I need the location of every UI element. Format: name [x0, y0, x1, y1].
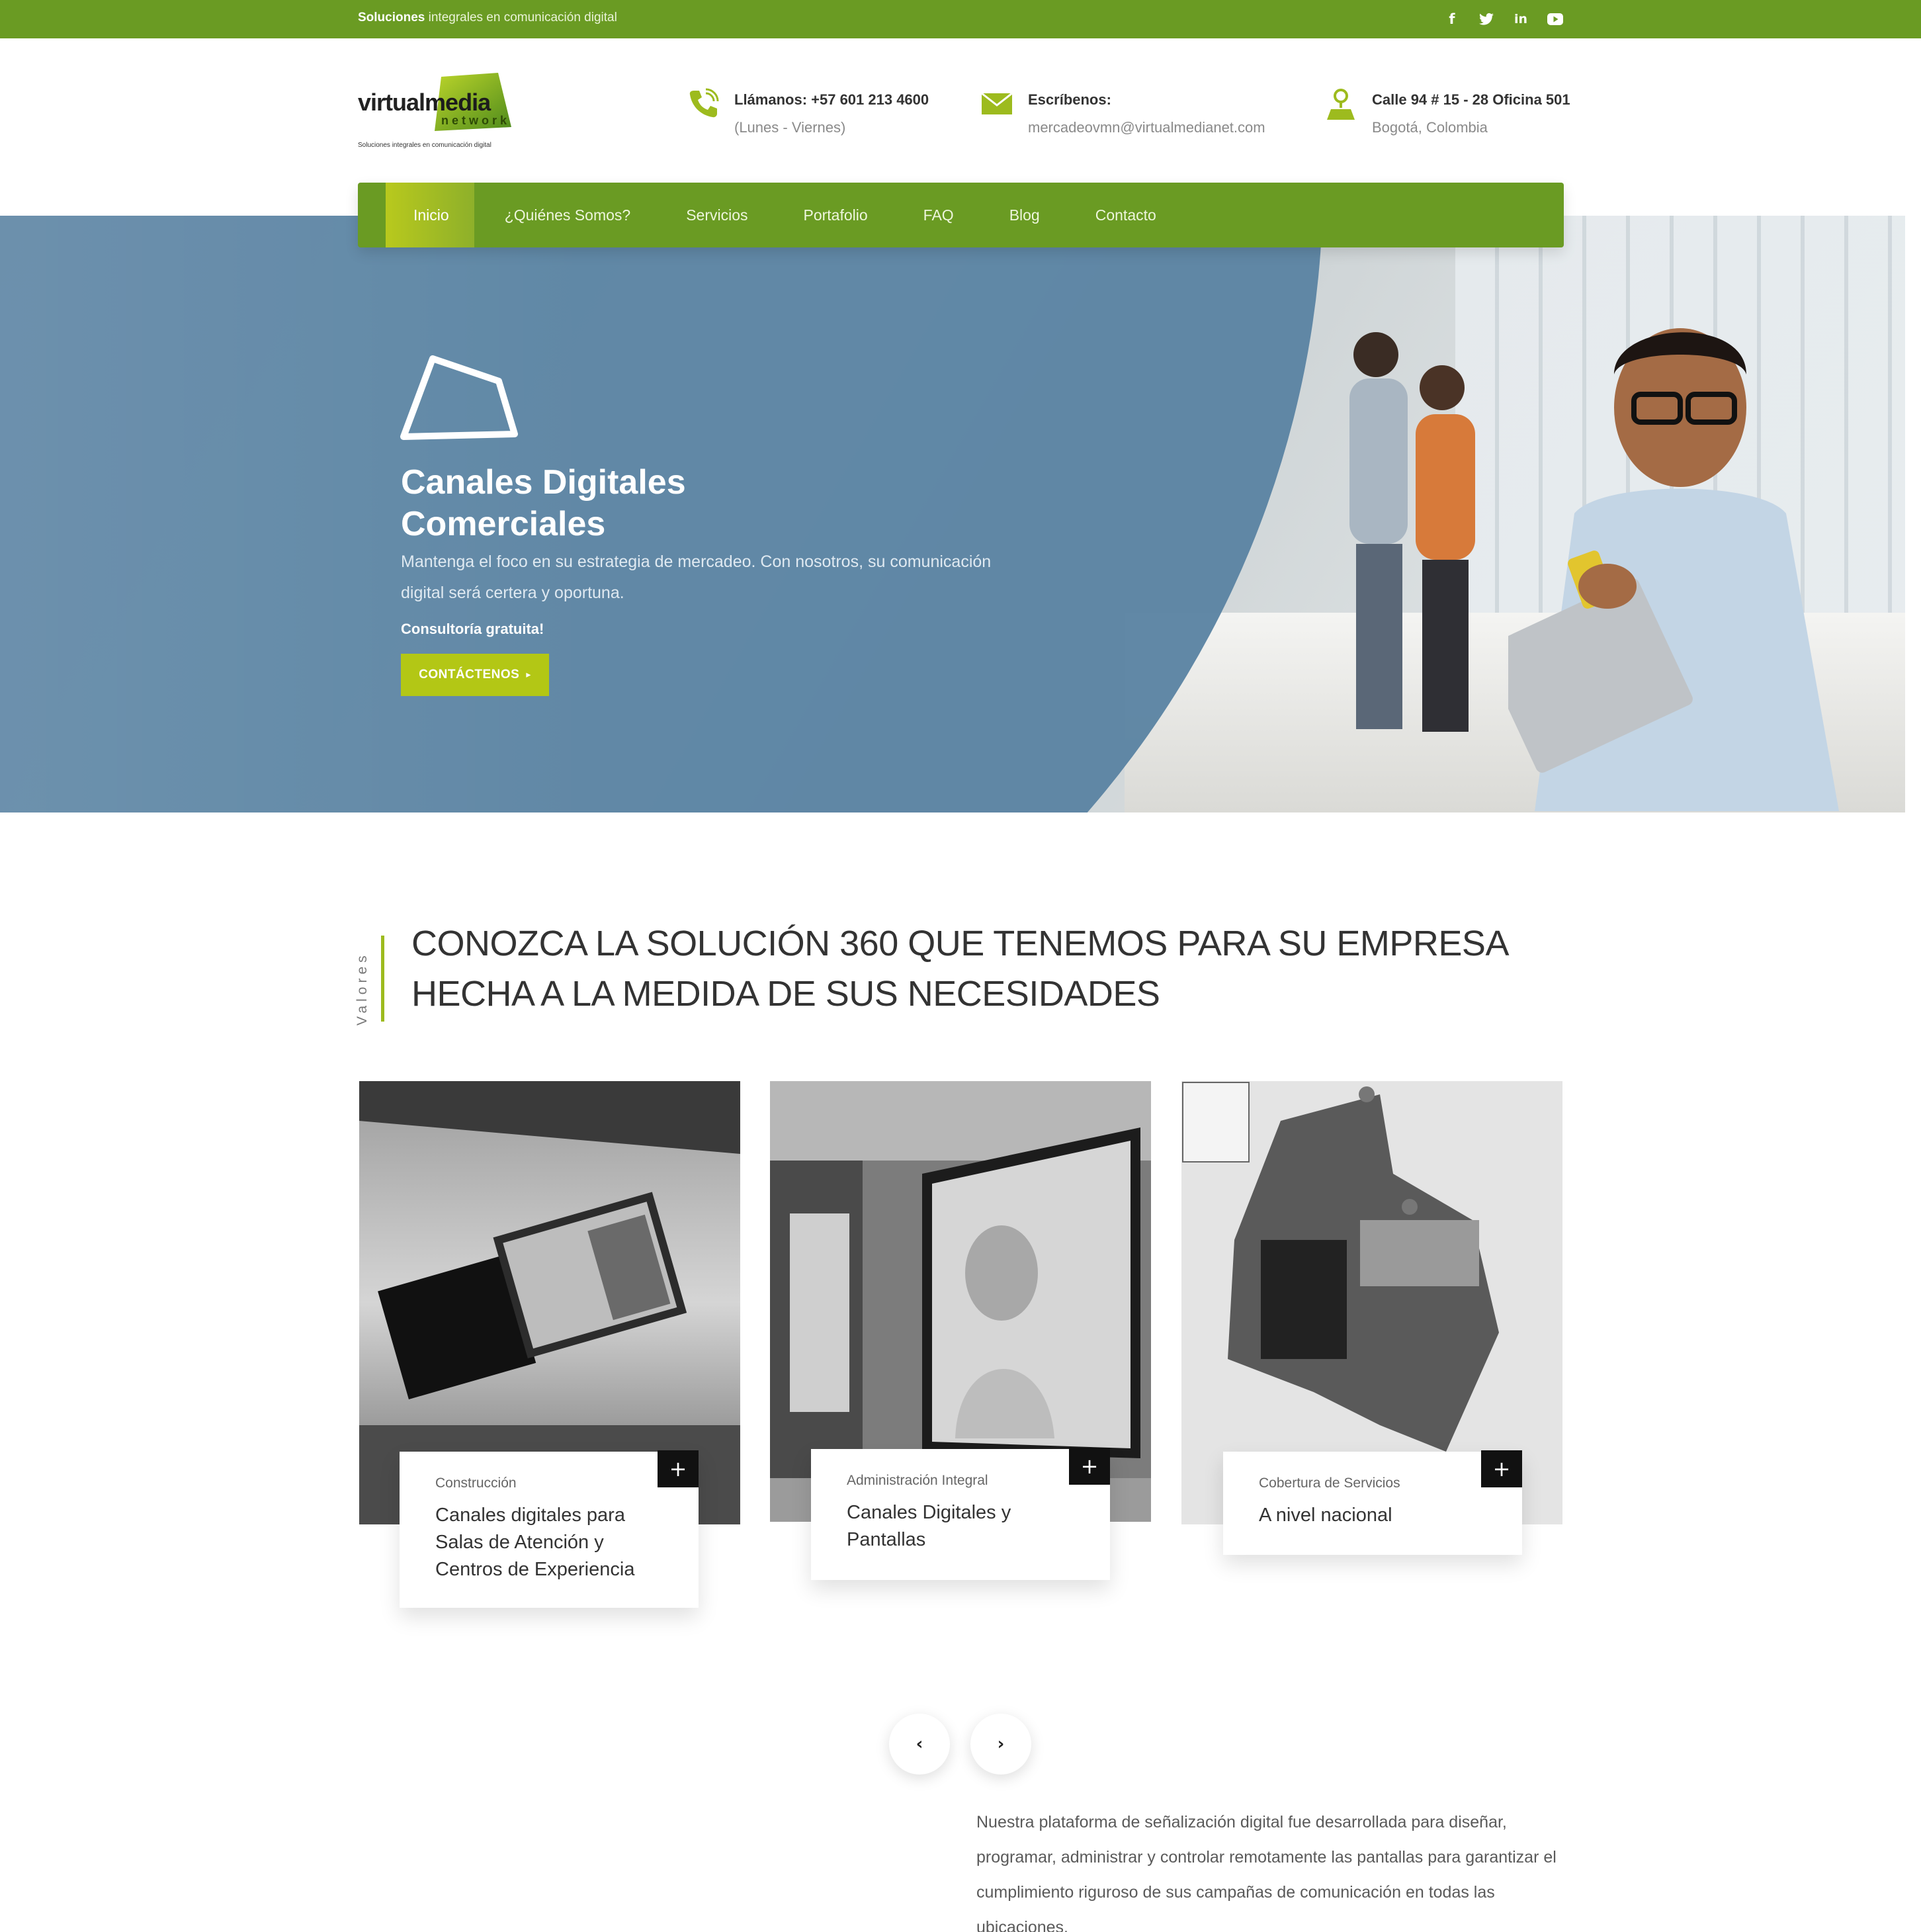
- chevron-left-icon: ‹: [916, 1734, 923, 1754]
- logo-word-start: virtual: [358, 89, 425, 116]
- phone-label: Llámanos: +57 601 213 4600: [734, 91, 929, 108]
- carousel-prev-button[interactable]: ‹: [889, 1714, 950, 1775]
- card-title: Canales digitales para Salas de Atención…: [435, 1505, 635, 1580]
- top-bar: Soluciones integrales en comunicación di…: [0, 0, 1921, 38]
- card-title: A nivel nacional: [1259, 1505, 1392, 1526]
- mail-icon: [979, 86, 1015, 122]
- heading-accent-bar: [381, 936, 384, 1022]
- card-caption-pantallas[interactable]: Administración Integral Canales Digitale…: [811, 1448, 1110, 1580]
- contact-phone[interactable]: Llámanos: +57 601 213 4600 (Lunes - Vier…: [685, 86, 929, 142]
- hero-title: Canales Digitales Comerciales: [401, 463, 686, 543]
- nav-item-quienes-somos[interactable]: ¿Quiénes Somos?: [477, 183, 658, 247]
- hero-banner: Canales Digitales Comerciales Mantenga e…: [0, 216, 1905, 812]
- twitter-icon[interactable]: [1476, 9, 1496, 29]
- mail-address: mercadeovmn@virtualmedianet.com: [1028, 119, 1265, 136]
- phone-icon: [685, 86, 721, 122]
- card-category: Administración Integral: [847, 1473, 988, 1488]
- nav-item-portafolio[interactable]: Portafolio: [776, 183, 896, 247]
- card-title: Canales Digitales y Pantallas: [847, 1502, 1011, 1550]
- main-nav: Inicio ¿Quiénes Somos? Servicios Portafo…: [358, 183, 1564, 247]
- hero-description: Mantenga el foco en su estrategia de mer…: [401, 552, 992, 602]
- tagline-rest: integrales en comunicación digital: [425, 11, 617, 24]
- chevron-right-icon: ▸: [526, 670, 531, 680]
- nav-item-contacto[interactable]: Contacto: [1068, 183, 1184, 247]
- vertical-label-text: Valores: [355, 951, 370, 1026]
- linkedin-icon[interactable]: in: [1511, 9, 1531, 29]
- card-category: Construcción: [435, 1475, 517, 1491]
- site-logo[interactable]: virtualmedia network Soluciones integral…: [358, 66, 517, 159]
- logo-network: network: [441, 114, 511, 127]
- hero-polygon-icon: [400, 355, 518, 440]
- tagline-bold: Soluciones: [358, 11, 425, 24]
- chevron-right-icon: ›: [997, 1734, 1005, 1754]
- address-line1: Calle 94 # 15 - 28 Oficina 501: [1372, 91, 1570, 108]
- hero-cta-title: Consultoría gratuita!: [401, 621, 544, 637]
- plus-icon[interactable]: +: [1069, 1448, 1110, 1485]
- plus-icon[interactable]: +: [1481, 1450, 1522, 1487]
- vertical-label: Valores: [355, 940, 374, 1026]
- nav-item-faq[interactable]: FAQ: [896, 183, 982, 247]
- section-headline: CONOZCA LA SOLUCIÓN 360 QUE TENEMOS PARA…: [411, 924, 1508, 1014]
- top-tagline: Soluciones integrales en comunicación di…: [358, 11, 617, 25]
- logo-wordmark: virtualmedia: [358, 89, 491, 116]
- youtube-icon[interactable]: [1545, 9, 1565, 29]
- card-category: Cobertura de Servicios: [1259, 1475, 1400, 1491]
- social-links: f in: [1442, 9, 1565, 29]
- contact-mail[interactable]: Escríbenos: mercadeovmn@virtualmedianet.…: [979, 86, 1265, 142]
- nav-item-servicios[interactable]: Servicios: [658, 183, 775, 247]
- location-icon: [1323, 86, 1359, 122]
- card-caption-salas[interactable]: Construcción Canales digitales para Sala…: [400, 1450, 699, 1608]
- carousel-next-button[interactable]: ›: [970, 1714, 1031, 1775]
- contact-us-label: CONTÁCTENOS: [419, 668, 520, 681]
- logo-word-end: media: [425, 89, 491, 116]
- hero-man-with-phone: [1508, 328, 1839, 811]
- phone-hours: (Lunes - Viernes): [734, 119, 846, 136]
- hero-background-people: [1349, 332, 1475, 732]
- platform-description: Nuestra plataforma de señalización digit…: [976, 1813, 1557, 1932]
- card-caption-cobertura[interactable]: Cobertura de Servicios A nivel nacional …: [1223, 1450, 1522, 1555]
- contact-address[interactable]: Calle 94 # 15 - 28 Oficina 501 Bogotá, C…: [1323, 86, 1570, 142]
- nav-item-inicio[interactable]: Inicio: [386, 183, 477, 247]
- address-line2: Bogotá, Colombia: [1372, 119, 1488, 136]
- facebook-icon[interactable]: f: [1442, 9, 1462, 29]
- mail-label: Escríbenos:: [1028, 91, 1111, 108]
- nav-item-blog[interactable]: Blog: [982, 183, 1068, 247]
- logo-subtitle: Soluciones integrales en comunicación di…: [358, 142, 491, 149]
- contact-us-button[interactable]: CONTÁCTENOS ▸: [401, 654, 549, 696]
- plus-icon[interactable]: +: [658, 1450, 699, 1487]
